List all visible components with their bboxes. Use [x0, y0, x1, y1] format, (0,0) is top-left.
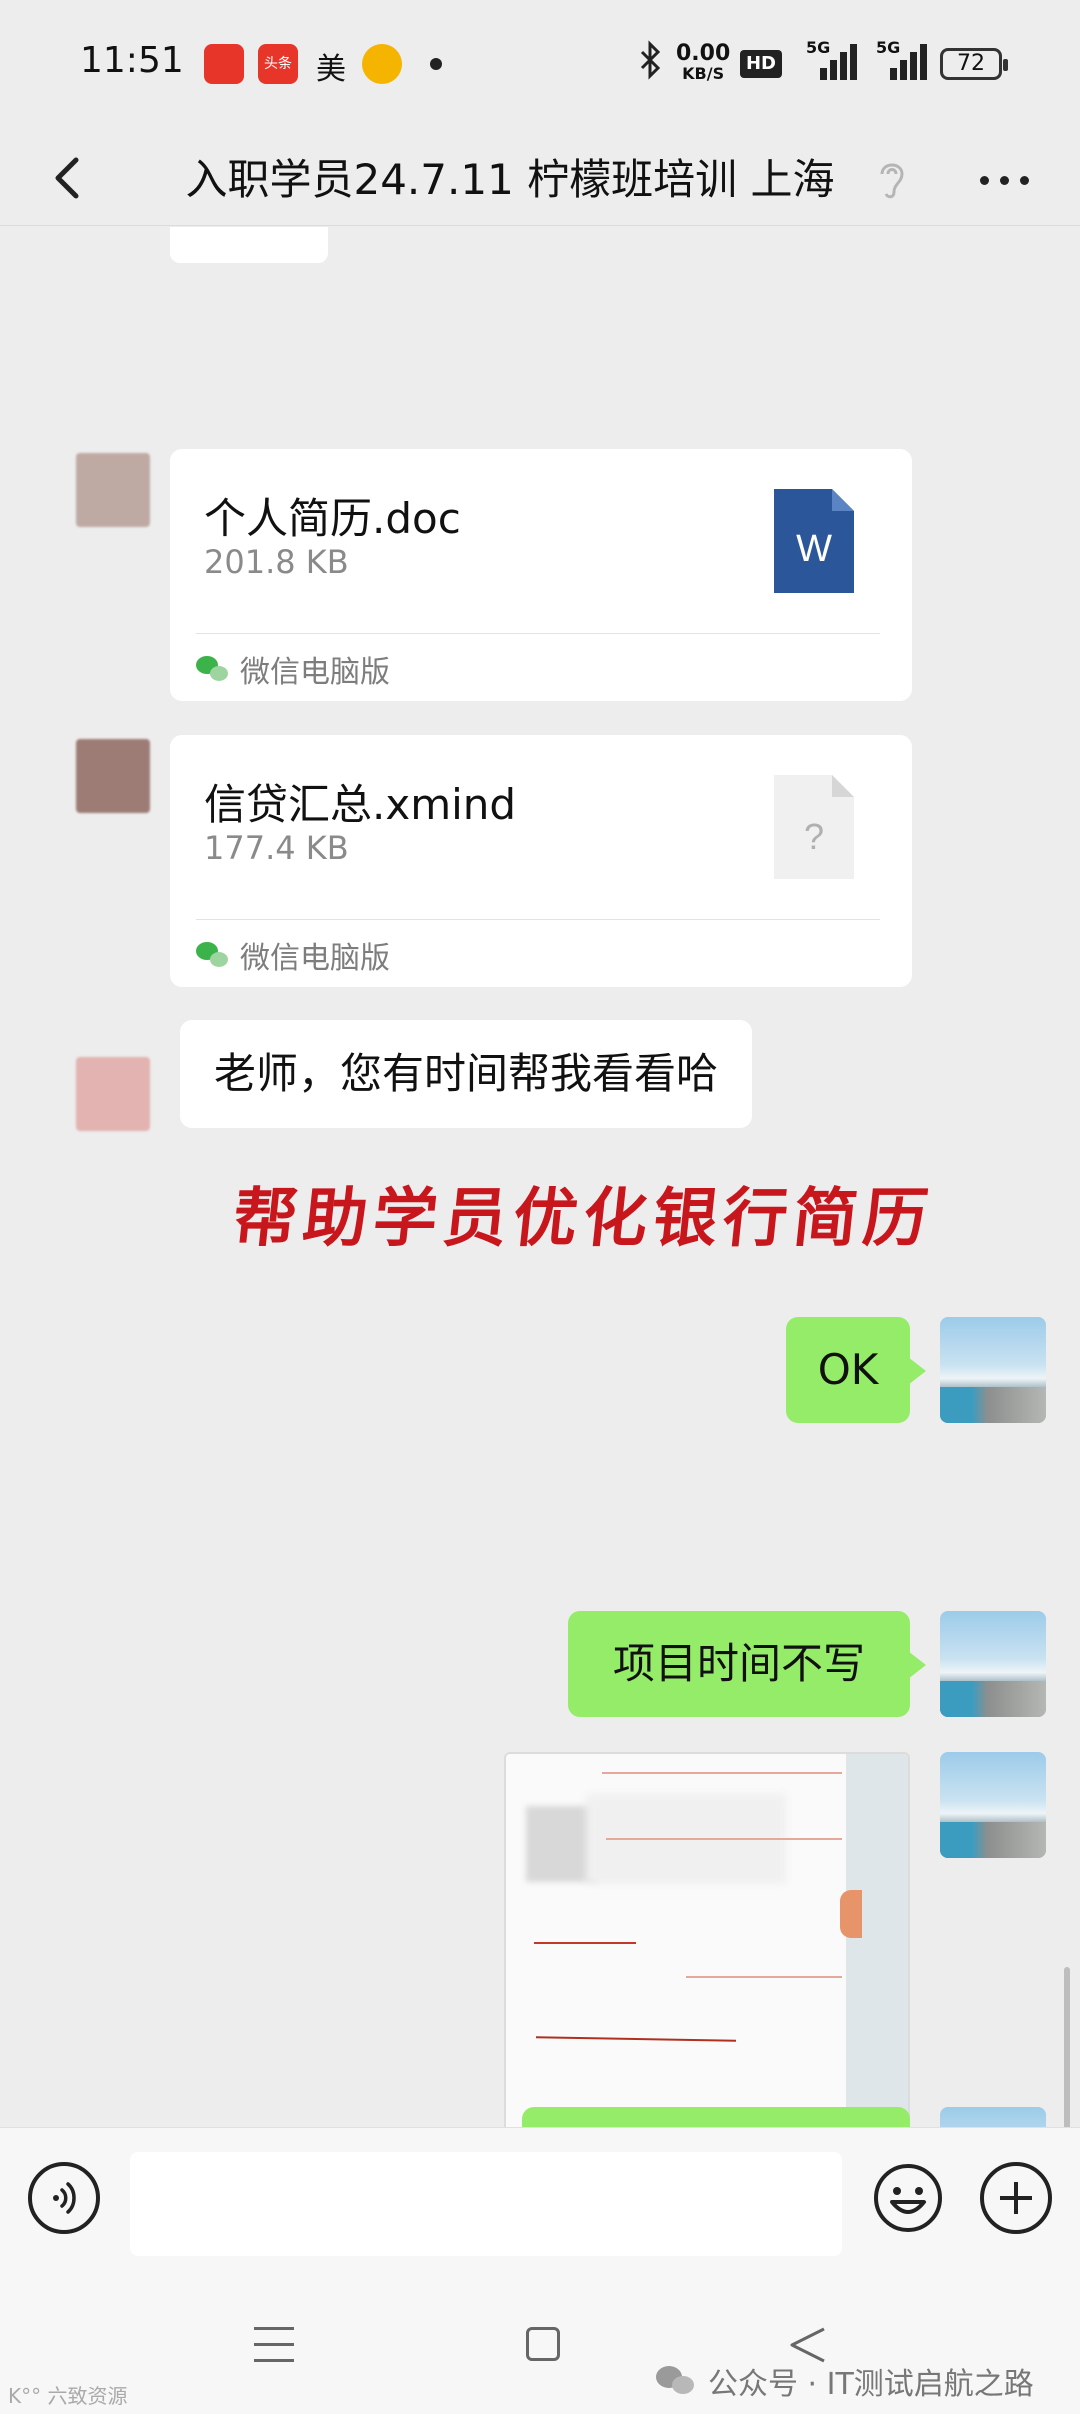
- sender-avatar[interactable]: [76, 739, 150, 813]
- file-source: 微信电脑版: [196, 647, 390, 691]
- more-options-button[interactable]: [970, 150, 1040, 206]
- smiley-icon: [874, 2164, 942, 2232]
- message-input[interactable]: [130, 2152, 842, 2256]
- weibo-app-icon: [362, 44, 402, 84]
- more-notifications-icon: [430, 58, 442, 70]
- text-message-incoming[interactable]: 老师，您有时间帮我看看哈: [180, 1020, 753, 1128]
- self-avatar[interactable]: [940, 1611, 1046, 1717]
- file-name: 信贷汇总.xmind: [204, 780, 517, 829]
- network-type-1: 5G: [806, 38, 831, 57]
- wechat-icon: [196, 940, 230, 970]
- network-type-2: 5G: [876, 38, 901, 57]
- image-message-thumbnail[interactable]: [504, 1752, 910, 2127]
- earpiece-mode-icon: [870, 154, 914, 204]
- chevron-left-icon: [55, 157, 79, 199]
- back-button[interactable]: [40, 142, 100, 212]
- toutiao-app-icon: 头条: [258, 44, 298, 84]
- chat-title[interactable]: 入职学员24.7.11 柠檬班培训 上海: [160, 146, 860, 207]
- message-list[interactable]: 个人简历.doc 201.8 KB W 微信电脑版 信贷汇总.xmind 177…: [0, 227, 1080, 2127]
- status-bar: 11:51 头条 美 0.00 KB/S HD 5G 5G 72: [0, 0, 1080, 128]
- text-message-outgoing[interactable]: OK: [786, 1317, 926, 1423]
- data-speed-value: 0.00: [676, 41, 731, 66]
- overlay-caption: 帮助学员优化银行简历: [229, 1181, 938, 1256]
- sender-avatar[interactable]: [76, 1057, 150, 1131]
- file-source-label: 微信电脑版: [240, 655, 390, 690]
- notification-text: 美: [316, 52, 346, 87]
- bluetooth-icon: [640, 40, 662, 89]
- file-type-badge: ?: [804, 816, 824, 857]
- input-bar: [0, 2127, 1080, 2267]
- data-speed-unit: KB/S: [682, 64, 725, 83]
- chat-header: 入职学员24.7.11 柠檬班培训 上海: [0, 128, 1080, 226]
- watermark-label: 公众号 · IT测试启航之路: [708, 2367, 1034, 2402]
- sender-avatar[interactable]: [76, 453, 150, 527]
- notification-app-icon: [204, 44, 244, 84]
- file-size: 201.8 KB: [204, 543, 349, 581]
- previous-message-bubble[interactable]: [170, 227, 328, 263]
- signal-icon-2: 5G: [876, 38, 927, 80]
- divider: [196, 633, 880, 634]
- file-source-label: 微信电脑版: [240, 941, 390, 976]
- emoji-button[interactable]: [872, 2162, 944, 2234]
- file-size: 177.4 KB: [204, 829, 349, 867]
- signal-icon-1: 5G: [806, 38, 857, 80]
- self-avatar[interactable]: [940, 1317, 1046, 1423]
- status-time: 11:51: [80, 40, 184, 81]
- file-message-resume[interactable]: 个人简历.doc 201.8 KB W 微信电脑版: [170, 449, 912, 701]
- file-name: 个人简历.doc: [204, 494, 461, 543]
- file-message-xmind[interactable]: 信贷汇总.xmind 177.4 KB ? 微信电脑版: [170, 735, 912, 987]
- data-speed: 0.00 KB/S: [676, 41, 731, 84]
- text-message-outgoing-partial[interactable]: [522, 2107, 910, 2127]
- divider: [196, 919, 880, 920]
- battery-icon: 72: [940, 48, 1008, 80]
- watermark: 公众号 · IT测试启航之路: [656, 2359, 1034, 2403]
- system-nav-bar: 公众号 · IT测试启航之路: [0, 2267, 1080, 2414]
- file-source: 微信电脑版: [196, 933, 390, 977]
- corner-watermark: K°° 六致资源: [8, 2384, 128, 2408]
- recent-apps-icon[interactable]: [254, 2327, 294, 2363]
- file-type-badge: W: [796, 528, 832, 570]
- home-icon[interactable]: [526, 2327, 560, 2361]
- self-avatar[interactable]: [940, 1752, 1046, 1858]
- more-functions-button[interactable]: [980, 2162, 1052, 2234]
- voice-input-button[interactable]: [28, 2162, 100, 2234]
- scrollbar[interactable]: [1064, 1967, 1070, 2127]
- unknown-file-icon: ?: [774, 775, 854, 879]
- wechat-icon: [196, 654, 230, 684]
- text-message-outgoing[interactable]: 项目时间不写: [568, 1611, 926, 1717]
- word-doc-icon: W: [774, 489, 854, 593]
- voice-icon: [53, 2182, 76, 2214]
- wechat-official-account-icon: [656, 2364, 696, 2398]
- self-avatar[interactable]: [940, 2107, 1046, 2127]
- hd-icon: HD: [740, 50, 782, 78]
